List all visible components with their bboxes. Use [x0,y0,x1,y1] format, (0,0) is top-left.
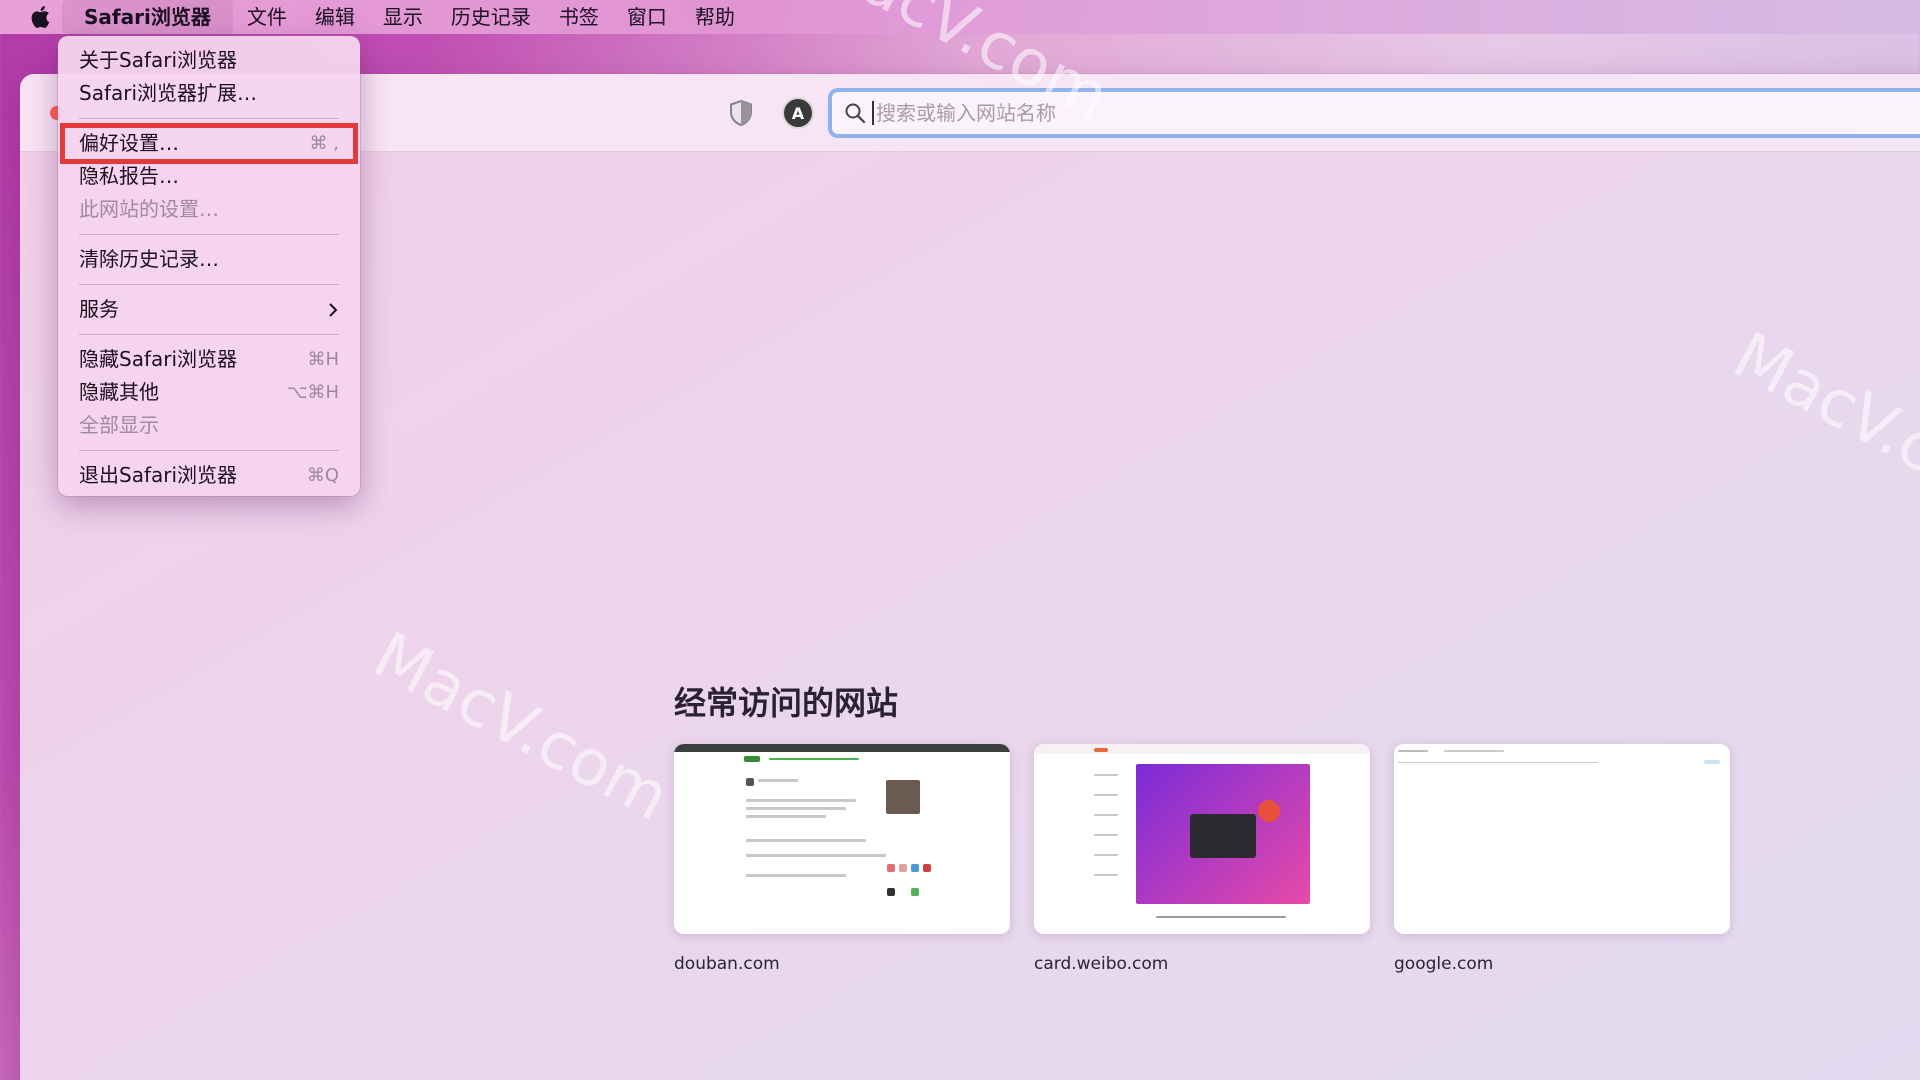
menu-shortcut: ⌘H [307,349,339,370]
address-input[interactable] [872,101,1472,125]
safari-dropdown-menu: 关于Safari浏览器 Safari浏览器扩展… 偏好设置… ⌘ , 隐私报告…… [58,36,360,496]
menu-shortcut: ⌥⌘H [286,382,339,403]
menu-item-label: 隐藏其他 [79,380,159,404]
menu-item-label: 隐藏Safari浏览器 [79,347,238,371]
thumbnail-line [1094,834,1118,836]
thumbnail-button [1704,760,1720,764]
menu-item-label: Safari浏览器扩展… [79,81,258,105]
thumbnail-line [746,807,846,810]
thumbnail-laptop [1190,814,1256,858]
menu-item-label: 清除历史记录… [79,247,219,271]
menu-item-about-safari[interactable]: 关于Safari浏览器 [58,44,360,77]
thumbnail-line [746,839,866,842]
menu-item-hide-others[interactable]: 隐藏其他 ⌥⌘H [58,376,360,409]
menu-shortcut: ⌘ , [309,133,339,154]
menu-item-privacy-report[interactable]: 隐私报告… [58,160,360,193]
thumbnail-swatch [911,864,919,872]
thumbnail-swatch [923,864,931,872]
menu-help[interactable]: 帮助 [681,0,749,34]
menu-item-label: 偏好设置… [79,131,179,155]
thumbnail-header [674,744,1010,752]
thumbnail-line [1094,814,1118,816]
account-initial: A [791,103,805,123]
menu-item-label: 退出Safari浏览器 [79,463,238,487]
thumbnail-swatch [887,864,895,872]
thumbnail-logo [1094,748,1108,752]
thumbnail-swatch [887,888,895,896]
menu-item-hide-safari[interactable]: 隐藏Safari浏览器 ⌘H [58,343,360,376]
thumbnail-line [746,799,856,802]
thumbnail-line [1094,854,1118,856]
thumbnail-line [746,815,826,818]
menu-item-label: 关于Safari浏览器 [79,48,238,72]
site-tile-douban[interactable] [674,744,1010,934]
thumbnail-line [746,854,886,857]
thumbnail-line [1094,794,1118,796]
thumbnail-line [1094,774,1118,776]
menu-item-show-all: 全部显示 [58,409,360,442]
menu-item-safari-extensions[interactable]: Safari浏览器扩展… [58,77,360,110]
thumbnail-line [758,779,798,782]
menu-item-label: 此网站的设置… [79,197,219,221]
menu-view[interactable]: 显示 [369,0,437,34]
address-bar[interactable] [828,88,1920,138]
menu-item-quit-safari[interactable]: 退出Safari浏览器 ⌘Q [58,459,360,492]
thumbnail-line [769,758,859,760]
menu-history[interactable]: 历史记录 [437,0,545,34]
apple-logo-icon[interactable] [18,0,62,34]
menu-item-site-settings: 此网站的设置… [58,193,360,226]
site-label-douban[interactable]: douban.com [674,954,780,974]
thumbnail-line [1094,874,1118,876]
account-avatar[interactable]: A [782,97,814,129]
menu-window[interactable]: 窗口 [613,0,681,34]
menu-separator [79,234,339,235]
thumbnail-badge [1258,800,1280,822]
menu-shortcut: ⌘Q [306,465,339,486]
menu-bookmarks[interactable]: 书签 [545,0,613,34]
frequently-visited-title: 经常访问的网站 [674,684,899,722]
thumbnail-line [746,874,846,877]
menu-separator [79,118,339,119]
menu-separator [79,334,339,335]
thumbnail-line [1398,762,1598,763]
menu-item-label: 全部显示 [79,413,159,437]
privacy-shield-icon[interactable] [726,98,756,128]
menu-item-label: 服务 [79,297,119,321]
site-tile-google[interactable] [1394,744,1730,934]
thumbnail-header [1034,744,1370,754]
menu-item-label: 隐私报告… [79,164,179,188]
search-icon [845,103,866,124]
site-label-google[interactable]: google.com [1394,954,1493,974]
menu-separator [79,284,339,285]
menu-item-clear-history[interactable]: 清除历史记录… [58,243,360,276]
site-tile-weibo[interactable] [1034,744,1370,934]
thumbnail-line [1444,750,1504,752]
menu-file[interactable]: 文件 [233,0,301,34]
thumbnail-logo [744,756,760,762]
menu-item-preferences[interactable]: 偏好设置… ⌘ , [60,123,358,164]
thumbnail-swatch [911,888,919,896]
thumbnail-line [1398,750,1428,752]
site-label-weibo[interactable]: card.weibo.com [1034,954,1168,974]
menu-item-services[interactable]: 服务 [58,293,360,326]
menu-safari[interactable]: Safari浏览器 [62,0,233,34]
thumbnail-avatar [746,778,754,786]
chevron-right-icon [329,302,338,317]
thumbnail-swatch [899,864,907,872]
thumbnail-photo [886,780,920,814]
thumbnail-line [1156,916,1286,918]
menu-edit[interactable]: 编辑 [301,0,369,34]
menu-separator [79,450,339,451]
